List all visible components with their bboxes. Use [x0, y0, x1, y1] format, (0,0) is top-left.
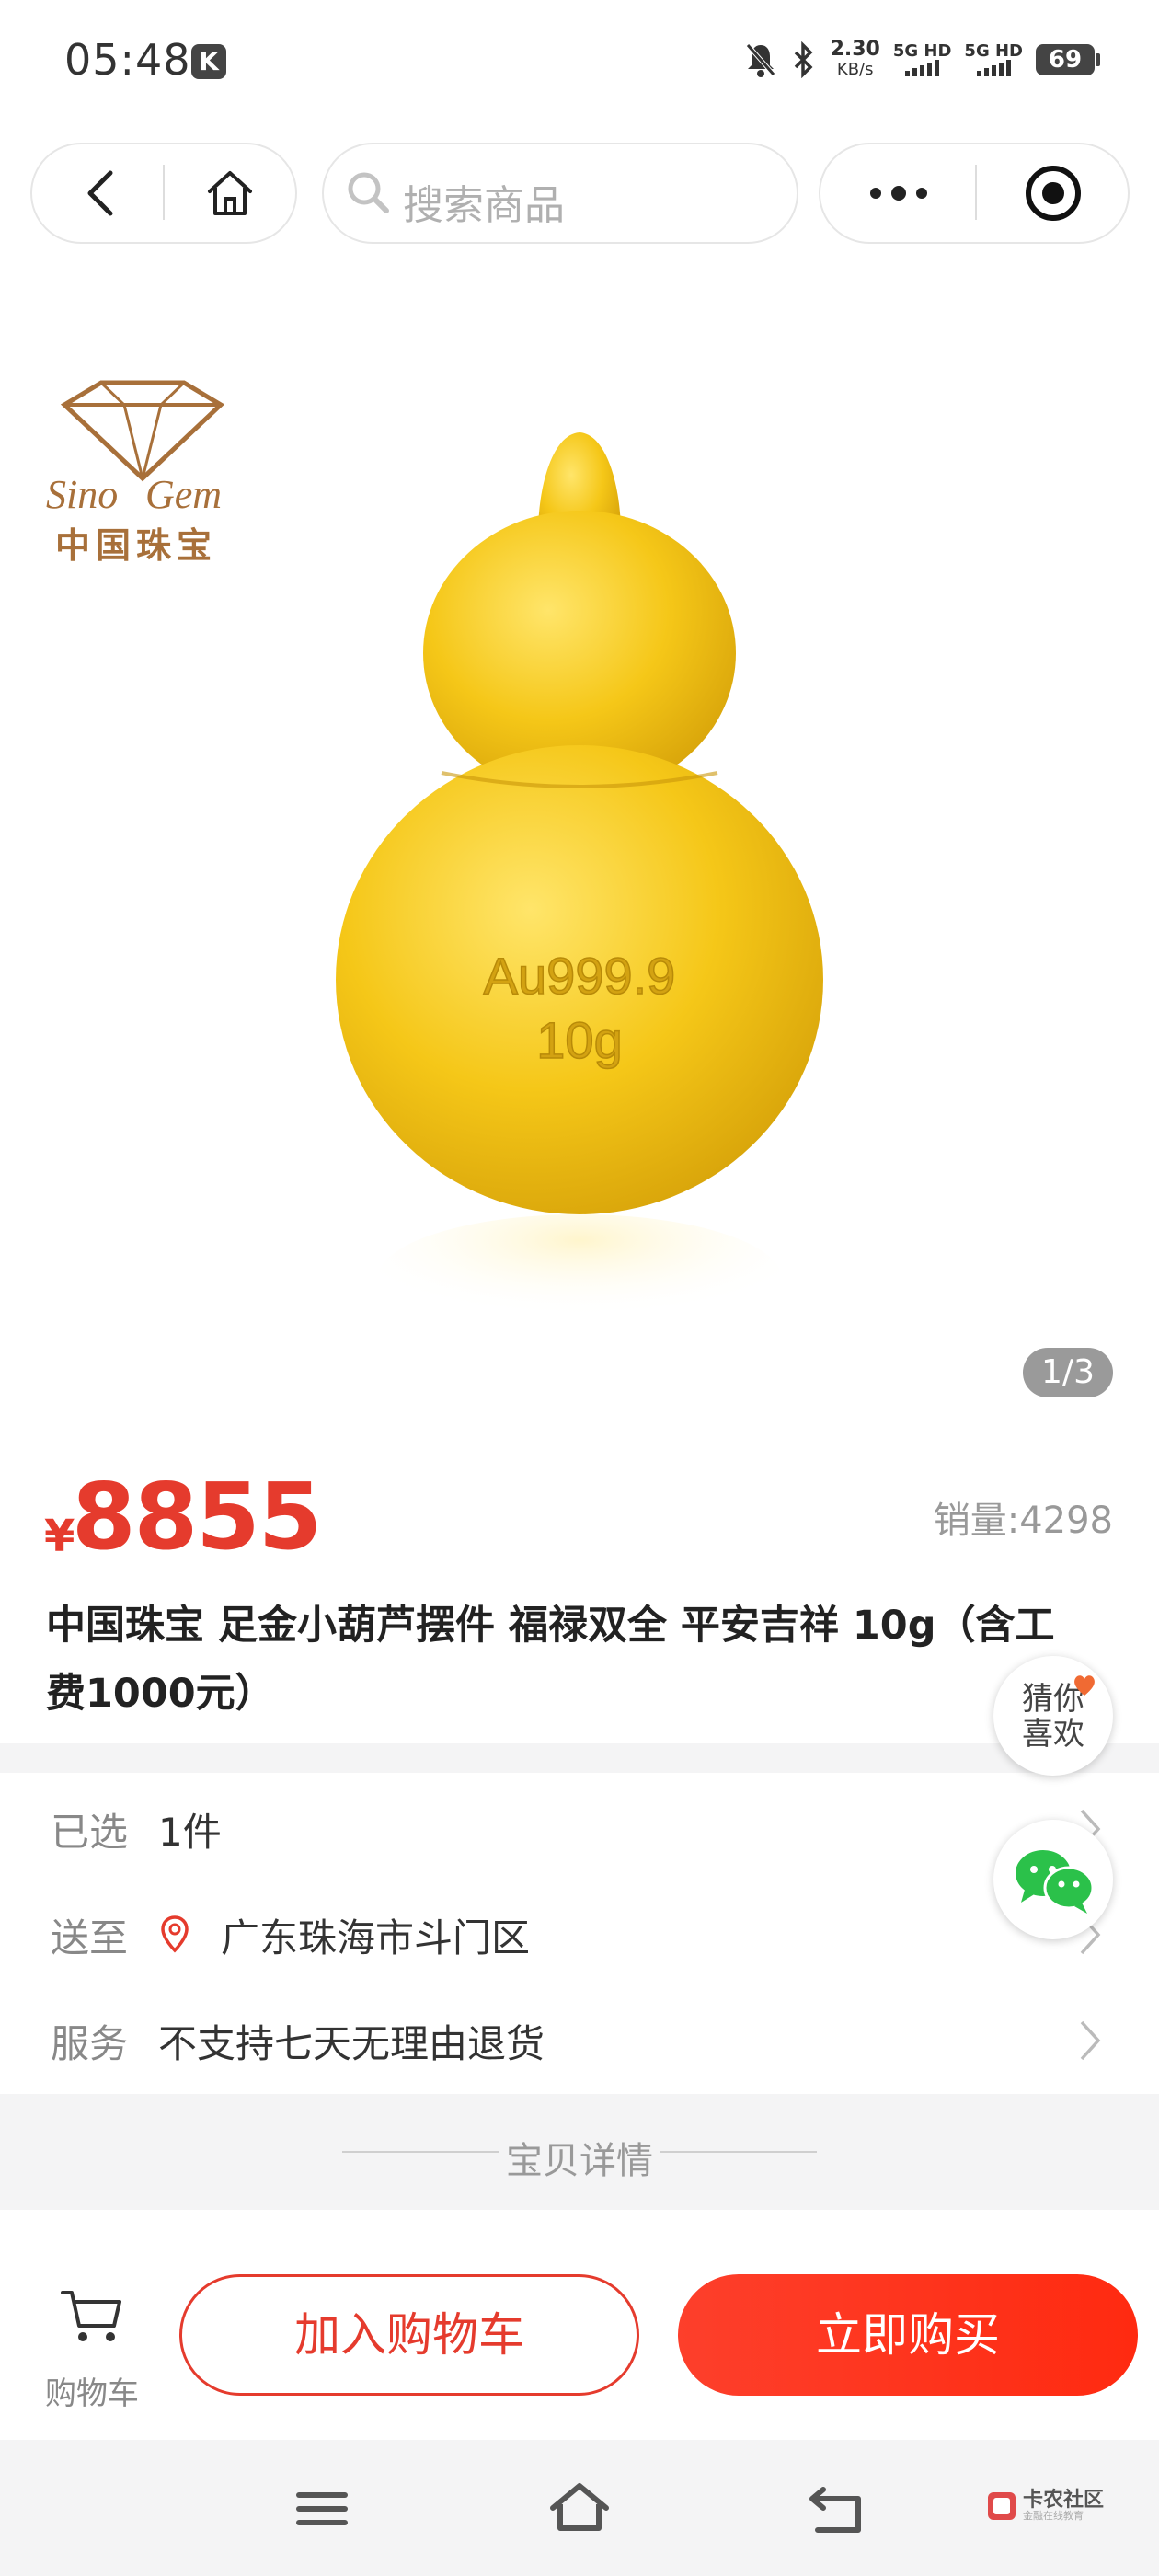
- status-bar: 05:48 K 2.30 KB/s 5G HD 5G HD 69: [0, 0, 1159, 124]
- guess-you-like-button[interactable]: 猜你 喜欢: [993, 1656, 1113, 1776]
- gold-gourd-image: Au999.9 10g: [336, 432, 823, 1343]
- close-miniapp-button[interactable]: [993, 144, 1113, 242]
- signal-bars-icon: [964, 60, 1023, 76]
- logo-cn-text: 中国珠宝: [55, 525, 218, 566]
- heart-icon: [1074, 1675, 1095, 1696]
- wechat-share-button[interactable]: [993, 1820, 1113, 1939]
- system-home-button[interactable]: [547, 2477, 612, 2541]
- cart-label: 购物车: [45, 2375, 139, 2412]
- add-to-cart-button[interactable]: 加入购物车: [179, 2274, 639, 2396]
- location-pin-icon: [161, 1915, 189, 1953]
- info-value: 不支持七天无理由退货: [158, 2020, 545, 2066]
- status-time: 05:48: [64, 35, 191, 85]
- section-gap: [0, 1743, 1159, 1773]
- nav-capsule-left: [30, 143, 297, 244]
- svg-text:Gem: Gem: [145, 472, 222, 517]
- home-icon: [208, 171, 252, 215]
- nav-divider: [163, 165, 165, 220]
- nav-capsule-right: [819, 143, 1130, 244]
- search-icon: [348, 172, 389, 213]
- mute-bell-icon: [745, 43, 775, 77]
- product-title: 中国珠宝 足金小葫芦摆件 福禄双全 平安吉祥 10g（含工费1000元）: [46, 1603, 1055, 1717]
- info-label: 服务: [51, 2020, 129, 2066]
- delivery-address-row[interactable]: 送至 广东珠海市斗门区: [0, 1881, 1159, 1988]
- search-placeholder: 搜索商品: [403, 182, 565, 229]
- sales-count: 销量:4298: [933, 1500, 1113, 1542]
- more-button[interactable]: [839, 144, 958, 242]
- selected-spec-row[interactable]: 已选 1件: [0, 1776, 1159, 1882]
- currency-symbol: ¥: [44, 1511, 75, 1562]
- details-divider-right: [660, 2151, 817, 2153]
- watermark: 卡农社区 金融在线教育: [986, 2490, 1104, 2522]
- product-price: 8855: [72, 1463, 322, 1570]
- watermark-text: 卡农社区: [1022, 2489, 1104, 2512]
- watermark-subtext: 金融在线教育: [1022, 2510, 1084, 2522]
- target-icon: [1026, 166, 1081, 221]
- menu-icon: [296, 2492, 348, 2525]
- bottom-action-bar: 购物车 加入购物车 立即购买: [0, 2210, 1159, 2440]
- cart-button[interactable]: 购物车: [37, 2283, 147, 2412]
- search-bar[interactable]: 搜索商品: [322, 143, 798, 244]
- details-label: 宝贝详情: [506, 2140, 653, 2182]
- net-speed: 2.30 KB/s: [830, 38, 880, 80]
- system-home-icon: [550, 2483, 609, 2531]
- nav-divider: [975, 165, 977, 220]
- wechat-icon: [1016, 1850, 1095, 1914]
- info-value: 广东珠海市斗门区: [221, 1915, 531, 1961]
- product-gallery[interactable]: Sino Gem 中国珠宝 Au999.9 10g 1/3: [0, 267, 1159, 1417]
- engraving-weight: 10g: [536, 1011, 622, 1069]
- home-button[interactable]: [179, 144, 281, 242]
- info-label: 送至: [51, 1915, 129, 1961]
- status-icons: 2.30 KB/s 5G HD 5G HD 69: [744, 37, 1100, 83]
- system-back-icon: [809, 2487, 861, 2533]
- signal-bars-icon: [893, 60, 952, 76]
- price-row: ¥ 8855 销量:4298: [0, 1454, 1159, 1570]
- signal-1: 5G HD: [893, 43, 952, 76]
- bluetooth-icon: [794, 41, 813, 78]
- brand-logo: Sino Gem 中国珠宝: [37, 368, 248, 566]
- system-nav-bar: 卡农社区 金融在线教育: [0, 2440, 1159, 2576]
- back-icon: [87, 170, 113, 216]
- watermark-logo-icon: [987, 2492, 1016, 2520]
- battery-icon: 69: [1036, 44, 1100, 75]
- system-back-button[interactable]: [805, 2477, 869, 2541]
- service-row[interactable]: 服务 不支持七天无理由退货: [0, 1987, 1159, 2094]
- back-button[interactable]: [51, 144, 152, 242]
- details-section-header: 宝贝详情: [0, 2094, 1159, 2210]
- chevron-right-icon: [1080, 2020, 1101, 2061]
- engraving-purity: Au999.9: [484, 947, 676, 1005]
- info-label: 已选: [51, 1809, 129, 1855]
- buy-now-button[interactable]: 立即购买: [678, 2274, 1138, 2396]
- signal-2: 5G HD: [964, 43, 1023, 76]
- svg-text:Sino: Sino: [46, 472, 118, 517]
- guess-line-2: 喜欢: [1022, 1716, 1084, 1753]
- app-badge-icon: K: [191, 44, 226, 79]
- gallery-page-indicator: 1/3: [1023, 1348, 1113, 1397]
- more-icon: [870, 186, 927, 201]
- cart-icon: [61, 2291, 121, 2341]
- info-value: 1件: [158, 1809, 222, 1855]
- system-menu-button[interactable]: [290, 2477, 354, 2541]
